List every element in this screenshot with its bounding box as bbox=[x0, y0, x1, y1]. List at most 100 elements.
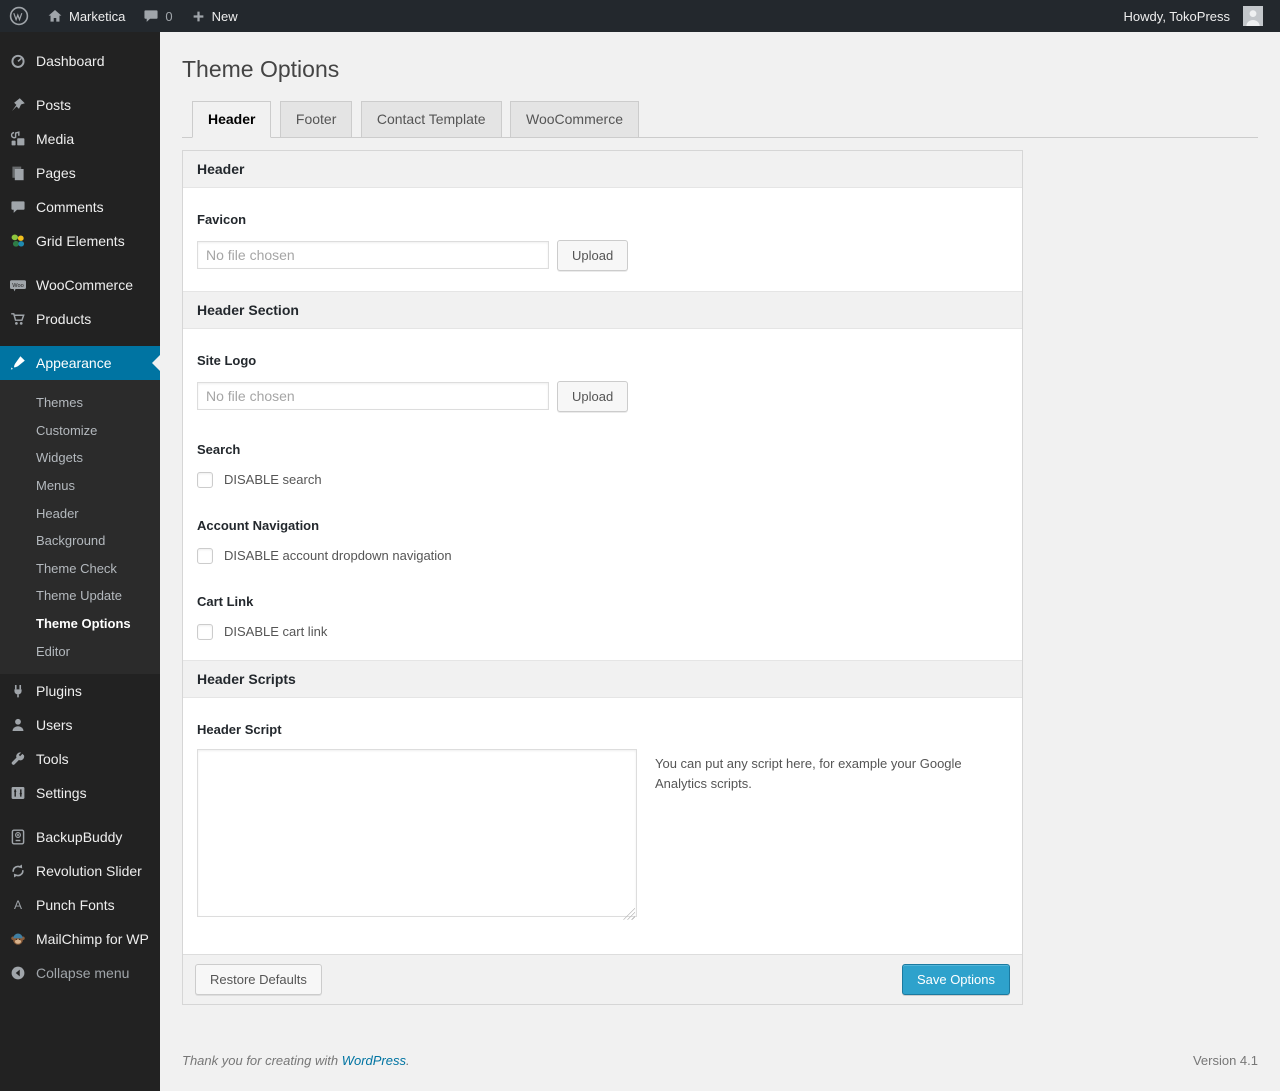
avatar bbox=[1243, 6, 1263, 26]
submenu-background[interactable]: Background bbox=[0, 527, 160, 555]
admin-bar-right: Howdy, TokoPress bbox=[1115, 0, 1280, 32]
submenu-editor[interactable]: Editor bbox=[0, 638, 160, 666]
comments-menu[interactable]: 0 bbox=[134, 0, 181, 32]
admin-bar-left: Marketica 0 New bbox=[0, 0, 247, 32]
submenu-header[interactable]: Header bbox=[0, 500, 160, 528]
new-content-menu[interactable]: New bbox=[182, 0, 247, 32]
sidebar-item-plugins[interactable]: Plugins bbox=[0, 674, 160, 708]
header-script-help: You can put any script here, for example… bbox=[655, 755, 962, 791]
submenu-customize[interactable]: Customize bbox=[0, 417, 160, 445]
disable-search-checkbox[interactable] bbox=[197, 471, 213, 488]
sidebar-item-media[interactable]: Media bbox=[0, 122, 160, 156]
main-content: Theme Options Header Footer Contact Temp… bbox=[160, 32, 1280, 1091]
submenu-themes[interactable]: Themes bbox=[0, 389, 160, 417]
wrench-icon bbox=[8, 751, 28, 767]
thanks-suffix: . bbox=[406, 1052, 410, 1068]
submenu-theme-check[interactable]: Theme Check bbox=[0, 555, 160, 583]
my-account-menu[interactable]: Howdy, TokoPress bbox=[1115, 0, 1272, 32]
panel-footer: Restore Defaults Save Options bbox=[183, 953, 1022, 1004]
plus-icon bbox=[191, 9, 206, 24]
appearance-submenu: Themes Customize Widgets Menus Header Ba… bbox=[0, 380, 160, 675]
tab-header[interactable]: Header bbox=[192, 100, 272, 138]
section-header-section: Header Section Site Logo Upload Search D… bbox=[183, 290, 1022, 660]
dashboard-icon bbox=[8, 53, 28, 69]
mailchimp-monkey-icon bbox=[8, 931, 28, 947]
sidebar-item-posts[interactable]: Posts bbox=[0, 88, 160, 122]
sidebar-item-punch-fonts[interactable]: A Punch Fonts bbox=[0, 888, 160, 922]
section-title: Header Section bbox=[183, 290, 1022, 329]
header-script-textarea[interactable] bbox=[197, 748, 637, 917]
sidebar-item-settings[interactable]: Settings bbox=[0, 776, 160, 810]
thanks-prefix: Thank you for creating with bbox=[182, 1052, 342, 1068]
submenu-theme-options[interactable]: Theme Options bbox=[0, 610, 160, 638]
sidebar-item-label: Grid Elements bbox=[36, 233, 125, 249]
disable-search-label[interactable]: DISABLE search bbox=[224, 472, 322, 487]
sidebar-item-dashboard[interactable]: Dashboard bbox=[0, 44, 160, 78]
cart-link-label: Cart Link bbox=[197, 593, 254, 609]
sidebar-item-pages[interactable]: Pages bbox=[0, 156, 160, 190]
sidebar-item-label: Plugins bbox=[36, 683, 82, 700]
sidebar-item-revolution-slider[interactable]: Revolution Slider bbox=[0, 854, 160, 888]
site-logo-file-input[interactable] bbox=[197, 382, 549, 411]
user-icon bbox=[8, 717, 28, 733]
sidebar-item-tools[interactable]: Tools bbox=[0, 742, 160, 776]
sidebar-item-label: Comments bbox=[36, 199, 104, 215]
save-options-button[interactable]: Save Options bbox=[901, 963, 1010, 995]
section-body: Favicon Upload bbox=[183, 187, 1022, 291]
page-footer: Thank you for creating with WordPress. V… bbox=[182, 1053, 1258, 1068]
wordpress-link[interactable]: WordPress bbox=[342, 1053, 406, 1068]
tab-footer[interactable]: Footer bbox=[279, 100, 353, 138]
sidebar-item-label: Revolution Slider bbox=[36, 863, 142, 880]
sidebar-item-backupbuddy[interactable]: BackupBuddy bbox=[0, 820, 160, 854]
sidebar-item-users[interactable]: Users bbox=[0, 708, 160, 742]
disable-account-checkbox[interactable] bbox=[197, 547, 213, 564]
tab-woocommerce[interactable]: WooCommerce bbox=[510, 100, 639, 138]
favicon-upload-button[interactable]: Upload bbox=[557, 239, 629, 271]
backupbuddy-icon bbox=[8, 829, 28, 845]
section-header: Header Favicon Upload bbox=[183, 150, 1022, 291]
site-name: Marketica bbox=[69, 8, 126, 24]
paintbrush-icon bbox=[8, 355, 28, 371]
submenu-widgets[interactable]: Widgets bbox=[0, 444, 160, 472]
restore-defaults-button[interactable]: Restore Defaults bbox=[195, 963, 322, 995]
submenu-theme-update[interactable]: Theme Update bbox=[0, 582, 160, 610]
search-label: Search bbox=[197, 441, 241, 457]
grid-elements-icon bbox=[8, 233, 28, 249]
sidebar-item-label: Appearance bbox=[36, 355, 112, 371]
home-icon bbox=[47, 8, 63, 24]
sidebar-item-grid-elements[interactable]: Grid Elements bbox=[0, 224, 160, 258]
sidebar-item-label: BackupBuddy bbox=[36, 829, 123, 846]
disable-account-row: DISABLE account dropdown navigation bbox=[197, 547, 1008, 564]
sidebar-item-label: Punch Fonts bbox=[36, 897, 115, 914]
section-header-scripts: Header Scripts Header Script You can put… bbox=[183, 659, 1022, 954]
sidebar-item-products[interactable]: Products bbox=[0, 302, 160, 336]
favicon-file-input[interactable] bbox=[197, 241, 549, 270]
section-title: Header bbox=[183, 150, 1022, 188]
wordpress-logo-menu[interactable] bbox=[0, 0, 38, 32]
letter-a-icon: A bbox=[8, 897, 28, 913]
settings-sliders-icon bbox=[8, 785, 28, 801]
sidebar-item-mailchimp[interactable]: MailChimp for WP bbox=[0, 922, 160, 956]
sidebar-item-label: Products bbox=[36, 311, 92, 327]
sidebar-item-label: Posts bbox=[36, 97, 72, 113]
tab-contact-template[interactable]: Contact Template bbox=[360, 100, 502, 138]
section-body: Site Logo Upload Search DISABLE search A… bbox=[183, 328, 1022, 660]
sidebar-item-woocommerce[interactable]: Woo WooCommerce bbox=[0, 268, 160, 302]
sidebar-item-label: Tools bbox=[36, 751, 69, 768]
sidebar-item-comments[interactable]: Comments bbox=[0, 190, 160, 224]
sidebar-item-appearance[interactable]: Appearance bbox=[0, 346, 160, 380]
submenu-menus[interactable]: Menus bbox=[0, 472, 160, 500]
pages-icon bbox=[8, 165, 28, 181]
disable-cart-checkbox[interactable] bbox=[197, 623, 213, 640]
collapse-menu-button[interactable]: Collapse menu bbox=[0, 956, 160, 990]
section-body: Header Script You can put any script her… bbox=[183, 697, 1022, 954]
sidebar-item-label: Users bbox=[36, 717, 73, 734]
header-script-label: Header Script bbox=[197, 721, 282, 737]
disable-account-label[interactable]: DISABLE account dropdown navigation bbox=[224, 548, 452, 563]
media-icon bbox=[8, 131, 28, 147]
pushpin-icon bbox=[8, 97, 28, 113]
site-menu[interactable]: Marketica bbox=[38, 0, 134, 32]
disable-cart-label[interactable]: DISABLE cart link bbox=[224, 624, 327, 639]
comment-bubble-icon bbox=[143, 8, 159, 24]
site-logo-upload-button[interactable]: Upload bbox=[557, 380, 629, 412]
